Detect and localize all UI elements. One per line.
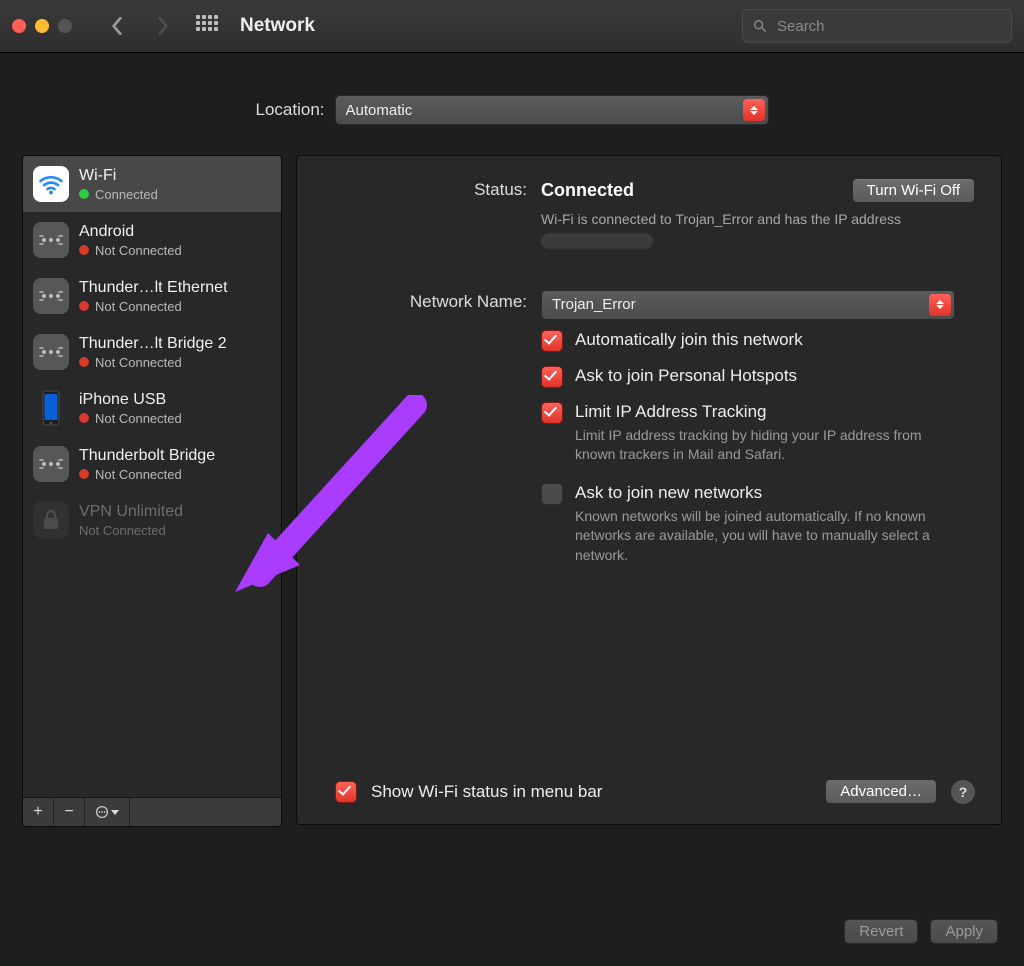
network-name-popup[interactable]: Trojan_Error	[541, 290, 955, 320]
limit-tracking-checkbox[interactable]	[541, 402, 563, 424]
network-name-value: Trojan_Error	[552, 296, 636, 313]
status-dot-icon	[79, 245, 89, 255]
window-controls	[12, 19, 72, 33]
iphone-icon	[33, 390, 69, 426]
search-icon	[753, 19, 767, 33]
service-status: Not Connected	[79, 523, 166, 538]
sidebar-item-thunderbolt-bridge-2[interactable]: Thunder…lt Bridge 2 Not Connected	[23, 324, 281, 380]
limit-tracking-description: Limit IP address tracking by hiding your…	[575, 426, 955, 465]
show-menubar-label: Show Wi-Fi status in menu bar	[371, 782, 602, 802]
ethernet-icon	[33, 334, 69, 370]
titlebar: Network	[0, 0, 1024, 53]
service-name: Thunder…lt Ethernet	[79, 279, 228, 297]
ethernet-icon	[33, 222, 69, 258]
window-close-button[interactable]	[12, 19, 26, 33]
hotspots-label: Ask to join Personal Hotspots	[575, 366, 797, 386]
back-button[interactable]	[98, 7, 136, 45]
status-description: Wi-Fi is connected to Trojan_Error and h…	[541, 209, 941, 250]
location-value: Automatic	[346, 102, 413, 119]
service-list[interactable]: Wi-Fi Connected Android Not Connected	[23, 156, 281, 797]
chevron-right-icon	[156, 17, 170, 35]
ask-join-label: Ask to join new networks	[575, 483, 955, 503]
redacted-ip	[541, 233, 653, 249]
service-status: Not Connected	[95, 355, 182, 370]
status-dot-icon	[79, 357, 89, 367]
autojoin-checkbox[interactable]	[541, 330, 563, 352]
add-service-button[interactable]: +	[23, 798, 54, 826]
search-input[interactable]	[775, 17, 1001, 36]
sidebar-item-android[interactable]: Android Not Connected	[23, 212, 281, 268]
ellipsis-circle-icon	[95, 805, 109, 819]
service-actions-menu[interactable]	[85, 798, 130, 826]
sidebar-item-iphone-usb[interactable]: iPhone USB Not Connected	[23, 380, 281, 436]
service-name: VPN Unlimited	[79, 503, 183, 521]
chevron-updown-icon	[743, 99, 765, 121]
status-dot-icon	[79, 301, 89, 311]
limit-tracking-label: Limit IP Address Tracking	[575, 402, 955, 422]
detail-panel: Status: Connected Turn Wi-Fi Off Wi-Fi i…	[296, 155, 1002, 825]
help-button[interactable]: ?	[951, 780, 975, 804]
status-dot-icon	[79, 413, 89, 423]
status-label: Status:	[323, 178, 527, 250]
window-minimize-button[interactable]	[35, 19, 49, 33]
network-name-label: Network Name:	[323, 290, 527, 320]
service-name: Android	[79, 223, 182, 241]
status-dot-icon	[79, 469, 89, 479]
sidebar-footer: + −	[23, 797, 281, 826]
wifi-icon	[33, 166, 69, 202]
location-popup[interactable]: Automatic	[335, 95, 769, 125]
apply-button[interactable]: Apply	[930, 919, 998, 944]
service-name: Thunder…lt Bridge 2	[79, 335, 227, 353]
hotspots-checkbox[interactable]	[541, 366, 563, 388]
sidebar-item-thunderbolt-ethernet[interactable]: Thunder…lt Ethernet Not Connected	[23, 268, 281, 324]
status-dot-icon	[79, 189, 89, 199]
window-buttons: Revert Apply	[844, 919, 998, 944]
toggle-wifi-button[interactable]: Turn Wi-Fi Off	[852, 178, 975, 203]
forward-button[interactable]	[144, 7, 182, 45]
chevron-down-icon	[111, 810, 119, 815]
chevron-updown-icon	[929, 294, 951, 316]
service-status: Not Connected	[95, 467, 182, 482]
window-zoom-button[interactable]	[58, 19, 72, 33]
service-sidebar: Wi-Fi Connected Android Not Connected	[22, 155, 282, 827]
ask-join-description: Known networks will be joined automatica…	[575, 507, 955, 566]
service-status: Not Connected	[95, 411, 182, 426]
ethernet-icon	[33, 446, 69, 482]
service-status: Connected	[95, 187, 158, 202]
show-menubar-checkbox[interactable]	[335, 781, 357, 803]
window-title: Network	[240, 15, 315, 37]
service-status: Not Connected	[95, 243, 182, 258]
service-status: Not Connected	[95, 299, 182, 314]
service-name: Wi-Fi	[79, 167, 158, 185]
search-field[interactable]	[742, 9, 1012, 43]
ask-join-checkbox[interactable]	[541, 483, 563, 505]
sidebar-item-vpn-unlimited[interactable]: VPN Unlimited Not Connected	[23, 492, 281, 548]
lock-icon	[33, 502, 69, 538]
service-name: Thunderbolt Bridge	[79, 447, 215, 465]
status-value: Connected	[541, 180, 634, 201]
sidebar-item-wifi[interactable]: Wi-Fi Connected	[23, 156, 281, 212]
sidebar-item-thunderbolt-bridge[interactable]: Thunderbolt Bridge Not Connected	[23, 436, 281, 492]
location-label: Location:	[256, 100, 325, 120]
ethernet-icon	[33, 278, 69, 314]
autojoin-label: Automatically join this network	[575, 330, 803, 350]
revert-button[interactable]: Revert	[844, 919, 918, 944]
location-row: Location: Automatic	[22, 95, 1002, 125]
show-all-prefs-button[interactable]	[196, 15, 218, 37]
advanced-button[interactable]: Advanced…	[825, 779, 937, 804]
remove-service-button[interactable]: −	[54, 798, 85, 826]
service-name: iPhone USB	[79, 391, 182, 409]
chevron-left-icon	[110, 17, 124, 35]
